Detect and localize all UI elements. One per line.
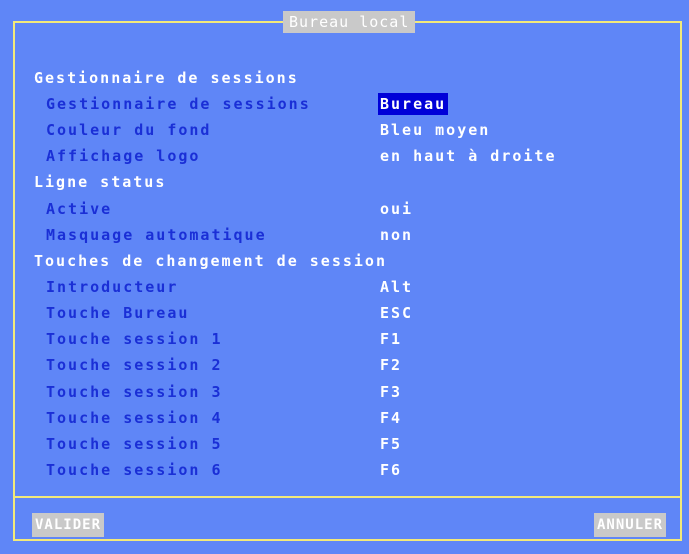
session-key-2-value[interactable]: F2 [380, 354, 402, 376]
background-color-label: Couleur du fond [46, 121, 212, 139]
validate-button[interactable]: VALIDER [32, 513, 105, 537]
background-color-value[interactable]: Bleu moyen [380, 119, 490, 141]
session-key-5-label: Touche session 5 [46, 435, 223, 453]
section-header-status: Ligne status [34, 173, 167, 191]
status-active-label: Active [46, 200, 113, 218]
footer-divider [13, 496, 682, 498]
session-key-3-value[interactable]: F3 [380, 381, 402, 403]
auto-hide-value[interactable]: non [380, 224, 413, 246]
session-key-1-label: Touche session 1 [46, 330, 223, 348]
session-manager-value[interactable]: Bureau [378, 93, 449, 115]
status-active-value[interactable]: oui [380, 198, 413, 220]
session-key-4-label: Touche session 4 [46, 409, 223, 427]
desktop-key-label: Touche Bureau [46, 304, 190, 322]
desktop-key-value[interactable]: ESC [380, 302, 413, 324]
session-manager-label: Gestionnaire de sessions [46, 95, 311, 113]
session-key-2-label: Touche session 2 [46, 356, 223, 374]
logo-display-label: Affichage logo [46, 147, 201, 165]
session-key-1-value[interactable]: F1 [380, 328, 402, 350]
introducer-label: Introducteur [46, 278, 179, 296]
introducer-value[interactable]: Alt [380, 276, 413, 298]
cancel-button[interactable]: ANNULER [594, 513, 667, 537]
session-key-6-value[interactable]: F6 [380, 459, 402, 481]
settings-screen: Bureau local Gestionnaire de sessions Ge… [0, 0, 689, 554]
session-key-4-value[interactable]: F4 [380, 407, 402, 429]
section-header-sessions: Gestionnaire de sessions [34, 69, 299, 87]
section-header-keys: Touches de changement de session [34, 252, 387, 270]
logo-display-value[interactable]: en haut à droite [380, 145, 557, 167]
session-key-3-label: Touche session 3 [46, 383, 223, 401]
session-key-6-label: Touche session 6 [46, 461, 223, 479]
session-key-5-value[interactable]: F5 [380, 433, 402, 455]
window-title: Bureau local [283, 11, 416, 33]
auto-hide-label: Masquage automatique [46, 226, 267, 244]
